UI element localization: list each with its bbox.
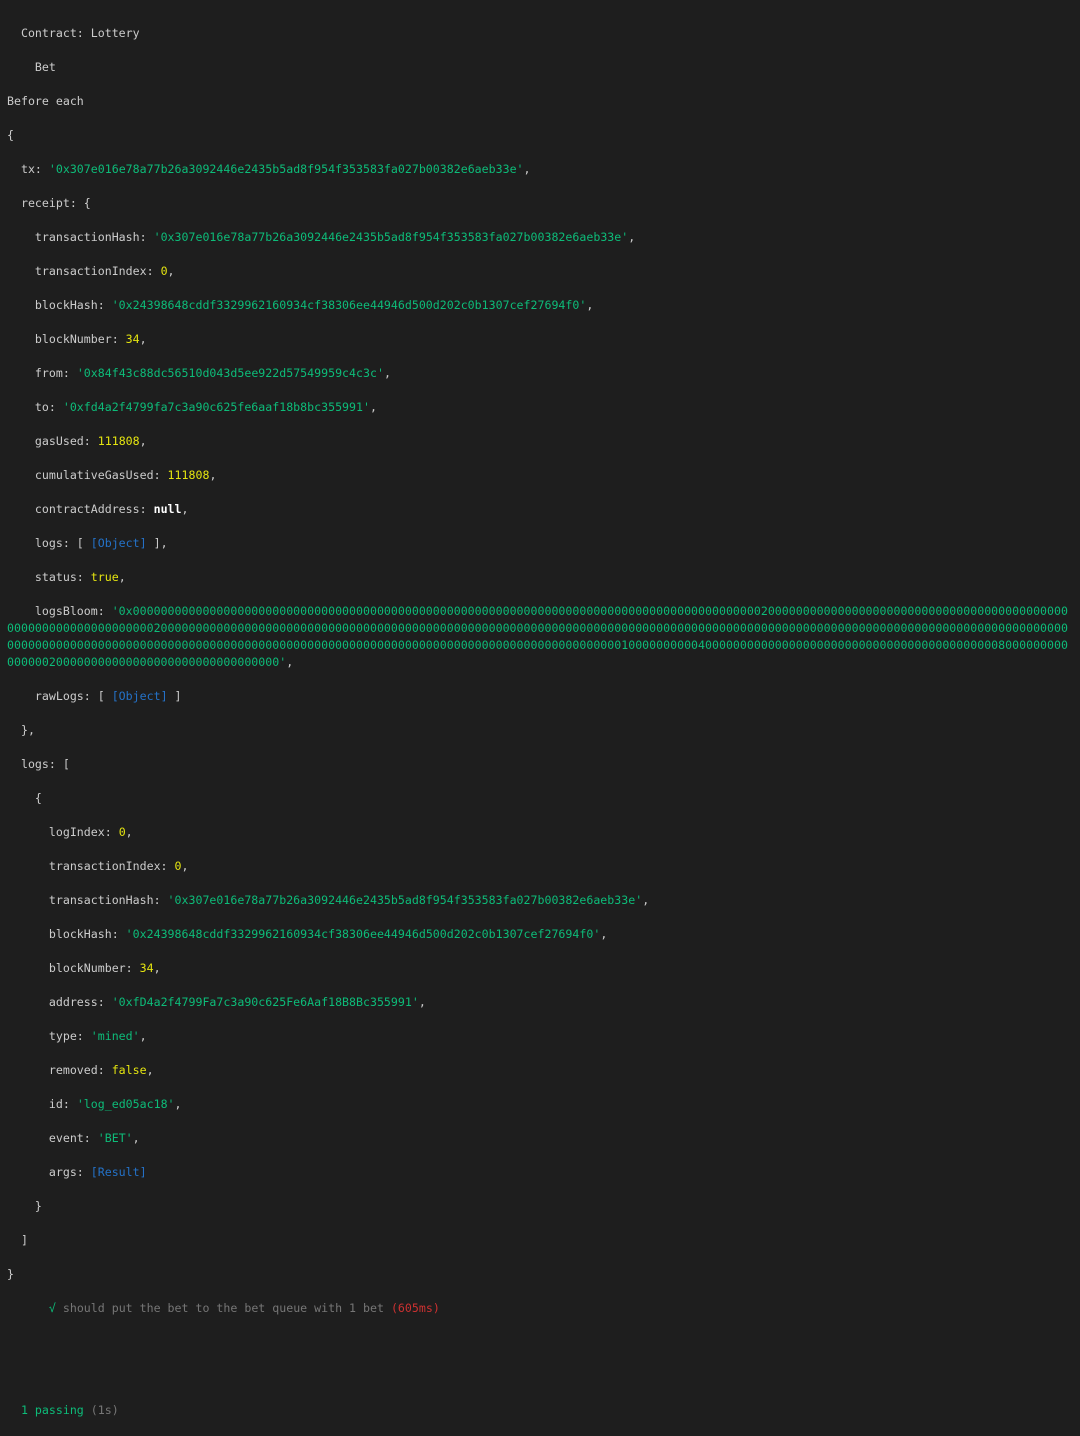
terminal-output: Contract: Lottery Bet Before each { tx: …	[7, 8, 1075, 1436]
log-object-close: }	[7, 1199, 42, 1213]
log-removed: removed: false,	[7, 1063, 154, 1077]
receipt-status: status: true,	[7, 570, 126, 584]
tx-value: '0x307e016e78a77b26a3092446e2435b5ad8f95…	[48, 162, 524, 176]
receipt-logs: logs: [ [Object] ],	[7, 536, 168, 550]
tx-line: tx: '0x307e016e78a77b26a3092446e2435b5ad…	[7, 162, 531, 176]
log-id: id: 'log_ed05ac18',	[7, 1097, 182, 1111]
summary-time: (1s)	[90, 1403, 119, 1417]
log-block-number-value: 34	[139, 961, 154, 975]
log-args: args: [Result]	[7, 1165, 147, 1179]
receipt-gas-used: gasUsed: 111808,	[7, 434, 147, 448]
test-result-line: √ should put the bet to the bet queue wi…	[7, 1300, 1075, 1317]
receipt-transaction-index: transactionIndex: 0,	[7, 264, 175, 278]
receipt-raw-logs: rawLogs: [ [Object] ]	[7, 689, 182, 703]
log-type: type: 'mined',	[7, 1029, 147, 1043]
receipt-block-hash-value: '0x24398648cddf3329962160934cf38306ee449…	[111, 298, 587, 312]
log-index-value: 0	[118, 825, 126, 839]
receipt-logs-bloom: logsBloom: '0x00000000000000000000000000…	[7, 604, 1068, 669]
test-duration: (605ms)	[390, 1301, 440, 1315]
log-block-hash: blockHash: '0x24398648cddf3329962160934c…	[7, 927, 608, 941]
receipt-status-value: true	[90, 570, 119, 584]
receipt-cumulative-gas-value: 111808	[167, 468, 210, 482]
receipt-block-hash: blockHash: '0x24398648cddf3329962160934c…	[7, 298, 594, 312]
log-transaction-hash-value: '0x307e016e78a77b26a3092446e2435b5ad8f95…	[167, 893, 643, 907]
passing-count: 1 passing	[20, 1403, 84, 1417]
log-event: event: 'BET',	[7, 1131, 140, 1145]
logs-close: ]	[7, 1233, 28, 1247]
summary-line: 1 passing (1s)	[7, 1402, 1075, 1419]
check-icon: √	[48, 1301, 56, 1315]
receipt-contract-address: contractAddress: null,	[7, 502, 189, 516]
receipt-transaction-hash-value: '0x307e016e78a77b26a3092446e2435b5ad8f95…	[153, 230, 629, 244]
log-args-value: [Result]	[90, 1165, 147, 1179]
log-address-value: '0xfD4a2f4799Fa7c3a90c625Fe6Aaf18B8Bc355…	[111, 995, 419, 1009]
log-type-value: 'mined'	[90, 1029, 140, 1043]
log-transaction-index-value: 0	[174, 859, 182, 873]
log-block-number: blockNumber: 34,	[7, 961, 161, 975]
test-title: should put the bet to the bet queue with…	[62, 1301, 384, 1315]
receipt-contract-address-value: null	[153, 502, 182, 516]
receipt-raw-logs-value: [Object]	[111, 689, 168, 703]
receipt-transaction-hash: transactionHash: '0x307e016e78a77b26a309…	[7, 230, 636, 244]
log-transaction-hash: transactionHash: '0x307e016e78a77b26a309…	[7, 893, 650, 907]
receipt-to: to: '0xfd4a2f4799fa7c3a90c625fe6aaf18b8b…	[7, 400, 377, 414]
receipt-cumulative-gas: cumulativeGasUsed: 111808,	[7, 468, 217, 482]
receipt-from: from: '0x84f43c88dc56510d043d5ee922d5754…	[7, 366, 391, 380]
log-index: logIndex: 0,	[7, 825, 133, 839]
contract-header: Contract: Lottery	[7, 26, 140, 40]
receipt-transaction-index-value: 0	[160, 264, 168, 278]
log-transaction-index: transactionIndex: 0,	[7, 859, 189, 873]
log-address: address: '0xfD4a2f4799Fa7c3a90c625Fe6Aaf…	[7, 995, 426, 1009]
log-block-hash-value: '0x24398648cddf3329962160934cf38306ee449…	[125, 927, 601, 941]
receipt-logs-bloom-value: '0x0000000000000000000000000000000000000…	[7, 604, 1068, 669]
receipt-from-value: '0x84f43c88dc56510d043d5ee922d57549959c4…	[76, 366, 384, 380]
log-id-value: 'log_ed05ac18'	[76, 1097, 175, 1111]
close-brace: }	[7, 1267, 14, 1281]
log-event-value: 'BET'	[97, 1131, 133, 1145]
before-each-label: Before each	[7, 94, 84, 108]
log-removed-value: false	[111, 1063, 147, 1077]
receipt-close: },	[7, 723, 35, 737]
receipt-logs-value: [Object]	[90, 536, 147, 550]
receipt-block-number: blockNumber: 34,	[7, 332, 147, 346]
log-object-open: {	[7, 791, 42, 805]
open-brace: {	[7, 128, 14, 142]
logs-open: logs: [	[7, 757, 70, 771]
receipt-gas-used-value: 111808	[97, 434, 140, 448]
receipt-block-number-value: 34	[125, 332, 140, 346]
receipt-open: receipt: {	[7, 196, 91, 210]
receipt-to-value: '0xfd4a2f4799fa7c3a90c625fe6aaf18b8bc355…	[62, 400, 370, 414]
describe-title: Bet	[7, 60, 56, 74]
